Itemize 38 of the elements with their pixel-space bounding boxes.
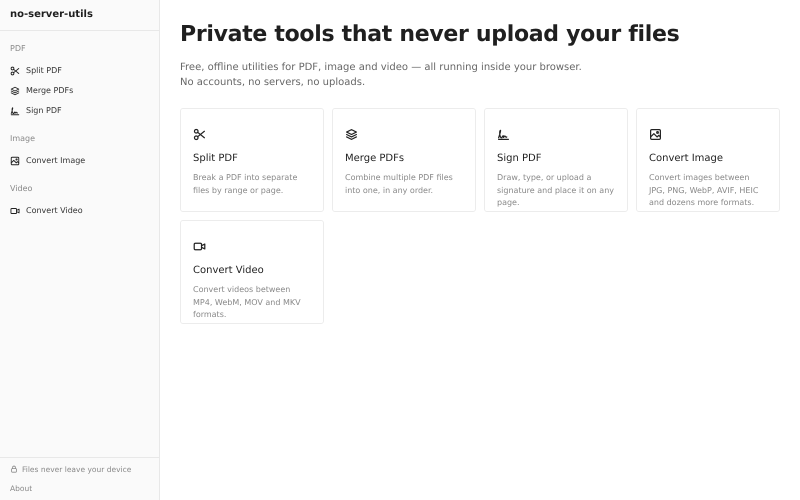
scissors-icon: [193, 128, 206, 141]
lock-icon: [10, 465, 18, 474]
image-icon: [10, 156, 20, 166]
nav-group-heading: PDF: [10, 43, 27, 55]
tool-card[interactable]: Convert Image Convert images between JPG, PNG, WebP, AVIF, HEIC and dozens more formats.: [636, 108, 780, 212]
image-icon: [649, 128, 662, 141]
layers-icon: [10, 86, 20, 96]
page-title: Private tools that never upload your files: [180, 22, 680, 48]
tool-title: Convert Image: [649, 152, 724, 166]
sidebar-item[interactable]: Convert Image: [0, 151, 159, 171]
video-camera-icon: [10, 206, 20, 216]
signature-icon: [497, 128, 510, 141]
tool-card[interactable]: Convert Video Convert videos between MP4, WebM, MOV and MKV formats.: [180, 220, 324, 324]
sidebar-item[interactable]: Split PDF: [0, 61, 159, 81]
tool-card[interactable]: Split PDF Break a PDF into separate files by range or page.: [180, 108, 324, 212]
intro-text: Free, offline utilities for PDF, image and video — all running inside your browser.: [180, 61, 583, 76]
tool-description: Draw, type, or upload a signature and place it on any page.: [497, 172, 615, 210]
scissors-icon: [10, 66, 20, 76]
nav-group-heading: Video: [10, 183, 34, 195]
sidebar-item[interactable]: Convert Video: [0, 201, 159, 221]
tool-card[interactable]: Merge PDFs Combine multiple PDF files into one, in any order.: [332, 108, 476, 212]
tool-title: Merge PDFs: [345, 152, 406, 166]
tool-description: Convert videos between MP4, WebM, MOV and MKV formats.: [193, 284, 302, 322]
tool-card[interactable]: Sign PDF Draw, type, or upload a signature and place it on any page.: [484, 108, 628, 212]
tool-title: Sign PDF: [497, 152, 542, 166]
tool-description: Combine multiple PDF files into one, in any order.: [345, 172, 454, 197]
tool-title: Split PDF: [193, 152, 239, 166]
nav-group-heading: Image: [10, 133, 36, 145]
signature-icon: [10, 106, 20, 116]
sidebar-item[interactable]: Sign PDF: [0, 101, 159, 121]
tool-title: Convert Video: [193, 264, 265, 278]
app-brand[interactable]: no-server-utils: [0, 0, 159, 31]
layers-icon: [345, 128, 358, 141]
tool-description: Convert images between JPG, PNG, WebP, AVIF, HEIC and dozens more formats.: [649, 172, 760, 210]
intro-text: No accounts, no servers, no uploads.: [180, 76, 366, 90]
sidebar-item[interactable]: Merge PDFs: [0, 81, 159, 101]
video-camera-icon: [193, 240, 206, 253]
tool-description: Break a PDF into separate files by range or page.: [193, 172, 298, 197]
